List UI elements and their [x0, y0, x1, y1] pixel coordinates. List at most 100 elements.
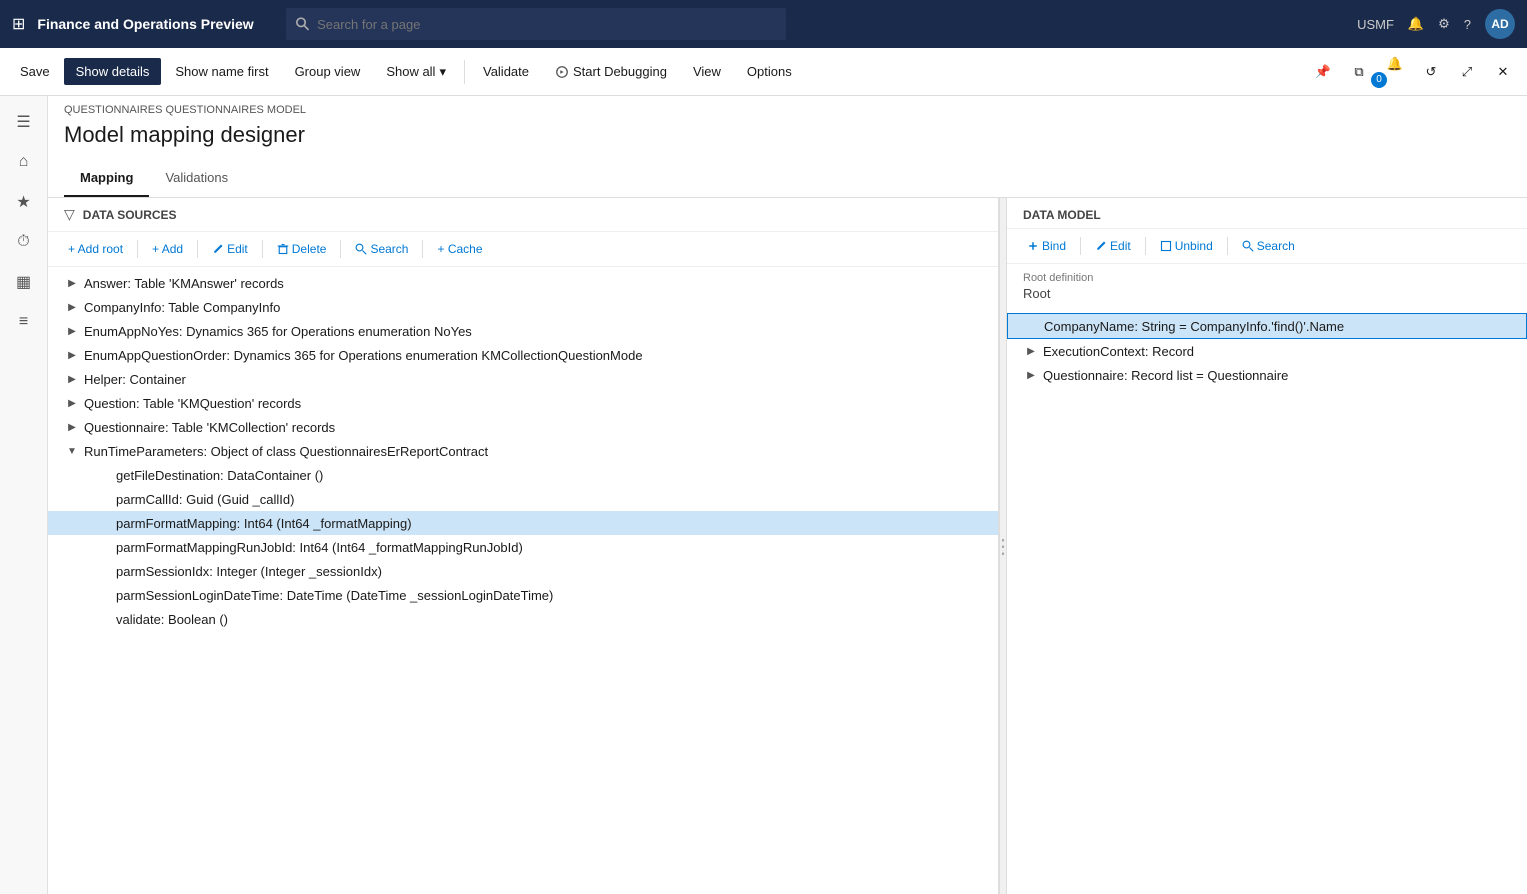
search-button[interactable]: Search: [347, 238, 416, 260]
tab-validations[interactable]: Validations: [149, 160, 244, 197]
chevron-right-icon: ▶: [1023, 367, 1039, 383]
list-item[interactable]: ▶ Answer: Table 'KMAnswer' records: [48, 271, 998, 295]
edit-icon: [212, 243, 224, 255]
dm-edit-button[interactable]: Edit: [1087, 235, 1139, 257]
add-button[interactable]: + Add: [144, 238, 191, 260]
cmd-right-icons: 📌 ⧉ 🔔 0 ↺ ⤢ ✕: [1307, 48, 1519, 96]
data-sources-panel: ▽ DATA SOURCES + Add root + Add Edit: [48, 198, 999, 894]
sidebar-home-icon[interactable]: ⌂: [6, 144, 42, 180]
list-item[interactable]: parmSessionLoginDateTime: DateTime (Date…: [48, 583, 998, 607]
toolbar-sep-1: [137, 240, 138, 258]
delete-icon: [277, 243, 289, 255]
bind-button[interactable]: Bind: [1019, 235, 1074, 257]
toolbar-sep-2: [197, 240, 198, 258]
chevron-down-icon: ▾: [439, 64, 446, 80]
list-item[interactable]: CompanyName: String = CompanyInfo.'find(…: [1007, 313, 1527, 339]
ds-tree: ▶ Answer: Table 'KMAnswer' records ▶ Com…: [48, 267, 998, 894]
chevron-right-icon: ▶: [64, 299, 80, 315]
dm-header: DATA MODEL: [1007, 198, 1527, 229]
list-item[interactable]: ▶ Questionnaire: Table 'KMCollection' re…: [48, 415, 998, 439]
unbind-button[interactable]: Unbind: [1152, 235, 1221, 257]
dm-sep-1: [1080, 237, 1081, 255]
add-root-button[interactable]: + Add root: [60, 238, 131, 260]
show-name-first-button[interactable]: Show name first: [163, 58, 280, 85]
refresh-icon[interactable]: ↺: [1415, 56, 1447, 88]
dm-sep-3: [1227, 237, 1228, 255]
avatar[interactable]: AD: [1485, 9, 1515, 39]
root-def-label: Root definition: [1023, 272, 1511, 284]
view-button[interactable]: View: [681, 58, 733, 85]
filter-icon[interactable]: ▽: [64, 206, 75, 223]
sidebar-recent-icon[interactable]: ⏱: [6, 224, 42, 260]
options-button[interactable]: Options: [735, 58, 804, 85]
show-details-button[interactable]: Show details: [64, 58, 162, 85]
list-item[interactable]: ▶ ExecutionContext: Record: [1007, 339, 1527, 363]
window-icon[interactable]: ⧉: [1343, 56, 1375, 88]
sidebar-modules-icon[interactable]: ≡: [6, 304, 42, 340]
panel-divider[interactable]: ⋮: [999, 198, 1007, 894]
search-icon-tb: [355, 243, 367, 255]
show-all-button[interactable]: Show all ▾: [374, 58, 458, 86]
group-view-button[interactable]: Group view: [283, 58, 373, 85]
help-icon[interactable]: ?: [1464, 17, 1471, 32]
save-button[interactable]: Save: [8, 58, 62, 85]
root-def-value: Root: [1023, 286, 1511, 301]
chevron-down-icon: ▼: [64, 443, 80, 459]
chevron-right-icon: ▶: [64, 275, 80, 291]
sidebar-favorites-icon[interactable]: ★: [6, 184, 42, 220]
expand-icon[interactable]: ⤢: [1451, 56, 1483, 88]
unbind-icon: [1160, 240, 1172, 252]
cache-button[interactable]: + Cache: [429, 238, 490, 260]
edit-button[interactable]: Edit: [204, 238, 256, 260]
toolbar-sep-4: [340, 240, 341, 258]
chevron-right-icon: [96, 515, 112, 531]
list-item[interactable]: parmSessionIdx: Integer (Integer _sessio…: [48, 559, 998, 583]
chevron-icon: [1024, 318, 1040, 334]
chevron-right-icon: ▶: [1023, 343, 1039, 359]
list-item[interactable]: ▶ EnumAppQuestionOrder: Dynamics 365 for…: [48, 343, 998, 367]
delete-button[interactable]: Delete: [269, 238, 335, 260]
dm-toolbar: Bind Edit Unbind Search: [1007, 229, 1527, 264]
list-item[interactable]: parmCallId: Guid (Guid _callId): [48, 487, 998, 511]
dm-tree: CompanyName: String = CompanyInfo.'find(…: [1007, 309, 1527, 894]
ds-title: DATA SOURCES: [83, 208, 177, 222]
list-item[interactable]: ▶ EnumAppNoYes: Dynamics 365 for Operati…: [48, 319, 998, 343]
list-item[interactable]: ▶ Helper: Container: [48, 367, 998, 391]
dm-search-icon: [1242, 240, 1254, 252]
chevron-right-icon: [96, 467, 112, 483]
ds-header: ▽ DATA SOURCES: [48, 198, 998, 232]
dm-edit-icon: [1095, 240, 1107, 252]
page-search-input[interactable]: [317, 17, 776, 32]
breadcrumb: QUESTIONNAIRES QUESTIONNAIRES MODEL: [48, 96, 1527, 118]
list-item[interactable]: parmFormatMappingRunJobId: Int64 (Int64 …: [48, 535, 998, 559]
pin-icon[interactable]: 📌: [1307, 56, 1339, 88]
dm-search-button[interactable]: Search: [1234, 235, 1303, 257]
toolbar-sep-5: [422, 240, 423, 258]
list-item[interactable]: parmFormatMapping: Int64 (Int64 _formatM…: [48, 511, 998, 535]
list-item[interactable]: validate: Boolean (): [48, 607, 998, 631]
chevron-right-icon: [96, 539, 112, 555]
tab-mapping[interactable]: Mapping: [64, 160, 149, 197]
topbar: ⊞ Finance and Operations Preview USMF 🔔 …: [0, 0, 1527, 48]
validate-button[interactable]: Validate: [471, 58, 541, 85]
list-item[interactable]: ▼ RunTimeParameters: Object of class Que…: [48, 439, 998, 463]
list-item[interactable]: ▶ CompanyInfo: Table CompanyInfo: [48, 295, 998, 319]
sidebar-workspaces-icon[interactable]: ▦: [6, 264, 42, 300]
settings-icon[interactable]: ⚙: [1438, 16, 1450, 32]
notification-icon[interactable]: 🔔: [1408, 16, 1424, 32]
topbar-right: USMF 🔔 ⚙ ? AD: [1357, 9, 1515, 39]
close-icon[interactable]: ✕: [1487, 56, 1519, 88]
sidebar-menu-icon[interactable]: ☰: [6, 104, 42, 140]
tabs-container: Mapping Validations: [48, 160, 1527, 198]
chevron-right-icon: [96, 587, 112, 603]
list-item[interactable]: ▶ Questionnaire: Record list = Questionn…: [1007, 363, 1527, 387]
page-title: Model mapping designer: [48, 118, 1527, 160]
start-debugging-button[interactable]: Start Debugging: [543, 58, 679, 85]
badge-container: 🔔 0: [1379, 48, 1411, 96]
list-item[interactable]: ▶ Question: Table 'KMQuestion' records: [48, 391, 998, 415]
list-item[interactable]: getFileDestination: DataContainer (): [48, 463, 998, 487]
main-content: QUESTIONNAIRES QUESTIONNAIRES MODEL Mode…: [48, 96, 1527, 894]
notification-badge: 0: [1371, 72, 1387, 88]
grid-icon[interactable]: ⊞: [12, 14, 25, 34]
main-layout: ☰ ⌂ ★ ⏱ ▦ ≡ QUESTIONNAIRES QUESTIONNAIRE…: [0, 96, 1527, 894]
